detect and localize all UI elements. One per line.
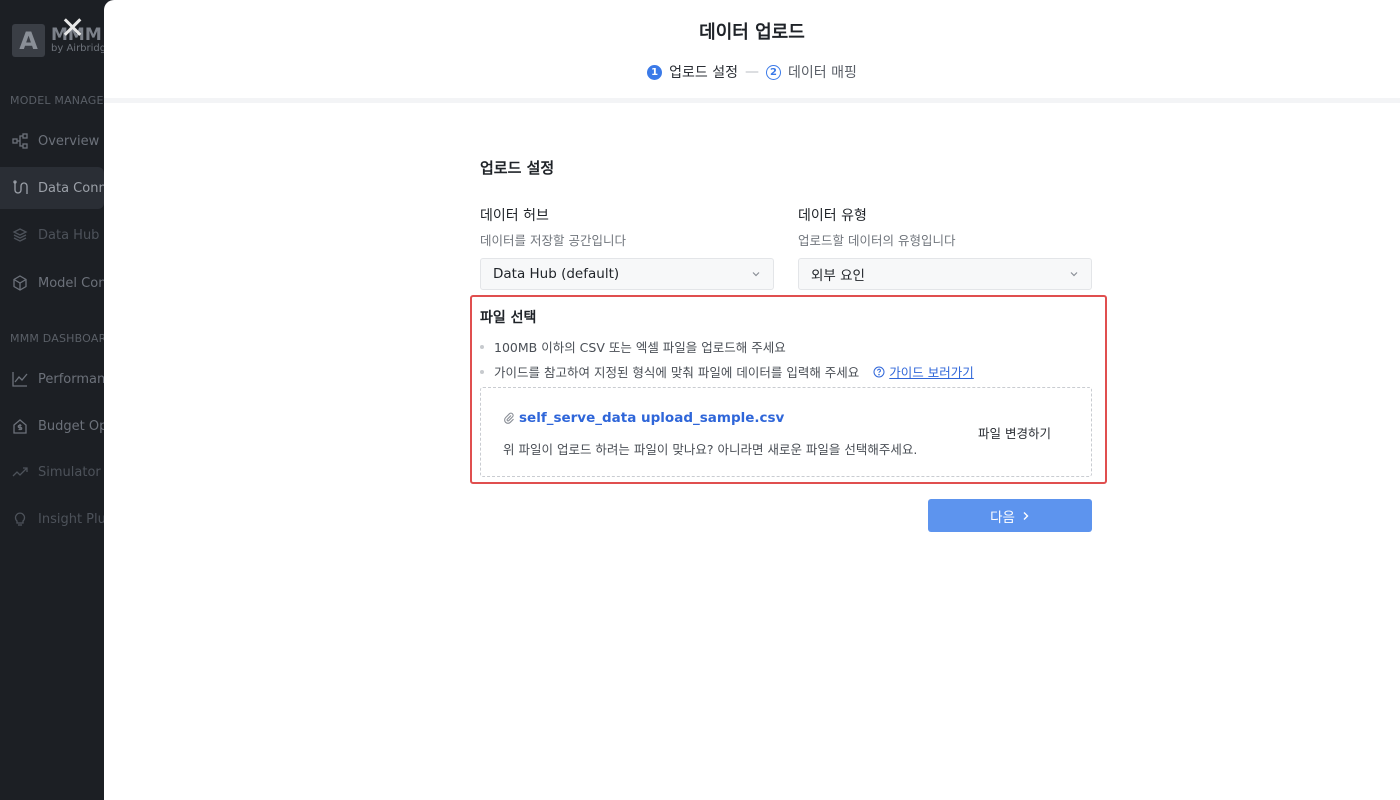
stepper: 1 업로드 설정 — 2 데이터 매핑 xyxy=(104,62,1400,82)
data-hub-label: 데이터 허브 xyxy=(480,208,549,224)
hierarchy-icon xyxy=(12,133,28,149)
step-2-badge: 2 xyxy=(766,64,781,80)
step-separator: — xyxy=(745,64,759,80)
data-type-value: 외부 요인 xyxy=(811,268,865,284)
sidebar-item-label: Model Con xyxy=(38,275,104,291)
upload-settings: 업로드 설정 데이터 허브 데이터를 저장할 공간입니다 Data Hub (d… xyxy=(480,157,1092,290)
change-file-button[interactable]: 파일 변경하기 xyxy=(978,423,1051,442)
house-dollar-icon xyxy=(12,418,28,434)
sidebar-item-label: Overview xyxy=(38,133,100,149)
instructions-list: 100MB 이하의 CSV 또는 엑셀 파일을 업로드해 주세요 가이드를 참고… xyxy=(480,337,1092,381)
file-name: self_serve_data upload_sample.csv xyxy=(519,410,785,426)
upload-modal: 데이터 업로드 1 업로드 설정 — 2 데이터 매핑 업로드 설정 데이터 허… xyxy=(104,0,1400,800)
sidebar-item-label: Budget Op xyxy=(38,418,104,434)
line-chart-icon xyxy=(12,371,28,387)
sidebar-item-model-config[interactable]: Model Con xyxy=(0,262,104,304)
next-button[interactable]: 다음 xyxy=(928,499,1092,532)
trend-icon xyxy=(12,464,28,480)
next-button-label: 다음 xyxy=(990,509,1015,526)
sidebar: A MMM by Airbridge MODEL MANAGER Overvie… xyxy=(0,0,104,800)
data-type-help: 업로드할 데이터의 유형입니다 xyxy=(798,233,956,248)
file-select-section: 파일 선택 100MB 이하의 CSV 또는 엑셀 파일을 업로드해 주세요 가… xyxy=(480,307,1092,477)
sidebar-item-budget-optimizer[interactable]: Budget Op xyxy=(0,405,104,447)
section-label-mmm-dashboard: MMM DASHBOARD xyxy=(10,332,104,345)
step-2-label: 데이터 매핑 xyxy=(788,65,857,81)
file-confirm-message: 위 파일이 업로드 하려는 파일이 맞나요? 아니라면 새로운 파일을 선택해주… xyxy=(503,442,918,457)
sidebar-item-performance[interactable]: Performan xyxy=(0,358,104,400)
list-item: 가이드를 참고하여 지정된 형식에 맞춰 파일에 데이터를 입력해 주세요 가이… xyxy=(480,362,1092,381)
layers-icon xyxy=(12,227,28,243)
chevron-down-icon xyxy=(751,269,761,279)
selected-file: self_serve_data upload_sample.csv xyxy=(503,410,784,426)
data-type-label: 데이터 유형 xyxy=(798,208,867,224)
data-hub-select[interactable]: Data Hub (default) xyxy=(480,258,774,290)
section-label-model-manager: MODEL MANAGER xyxy=(10,94,104,107)
instruction-text: 가이드를 참고하여 지정된 형식에 맞춰 파일에 데이터를 입력해 주세요 xyxy=(494,365,860,380)
lightbulb-icon xyxy=(12,511,28,527)
connector-icon xyxy=(12,180,28,196)
close-icon[interactable]: ✕ xyxy=(60,14,90,44)
data-type-select[interactable]: 외부 요인 xyxy=(798,258,1092,290)
logo-mark: A xyxy=(12,24,45,57)
data-type-field: 데이터 유형 업로드할 데이터의 유형입니다 외부 요인 xyxy=(798,205,1092,290)
paperclip-icon xyxy=(503,412,515,425)
sidebar-item-label: Data Conn xyxy=(38,180,104,196)
guide-link[interactable]: 가이드 보러가기 xyxy=(873,362,974,381)
step-1-badge: 1 xyxy=(647,64,663,80)
list-item: 100MB 이하의 CSV 또는 엑셀 파일을 업로드해 주세요 xyxy=(480,337,1092,356)
sidebar-item-data-connector[interactable]: Data Conn xyxy=(0,167,104,209)
chevron-right-icon xyxy=(1021,511,1030,521)
file-select-title: 파일 선택 xyxy=(480,310,537,326)
modal-header: 데이터 업로드 1 업로드 설정 — 2 데이터 매핑 xyxy=(104,0,1400,103)
file-dropzone[interactable]: self_serve_data upload_sample.csv 위 파일이 … xyxy=(480,387,1092,477)
sidebar-item-label: Data Hub xyxy=(38,227,100,243)
data-hub-field: 데이터 허브 데이터를 저장할 공간입니다 Data Hub (default) xyxy=(480,205,774,290)
bullet-dot xyxy=(480,344,484,349)
sidebar-item-data-hub[interactable]: Data Hub xyxy=(0,214,104,256)
guide-link-label: 가이드 보러가기 xyxy=(889,365,974,380)
chevron-down-icon xyxy=(1069,269,1079,279)
modal-title: 데이터 업로드 xyxy=(699,22,805,43)
bullet-dot xyxy=(480,369,484,374)
sidebar-item-overview[interactable]: Overview xyxy=(0,120,104,162)
step-1-label: 업로드 설정 xyxy=(669,65,738,81)
data-hub-value: Data Hub (default) xyxy=(493,266,620,282)
instruction-text: 100MB 이하의 CSV 또는 엑셀 파일을 업로드해 주세요 xyxy=(494,340,786,355)
sidebar-item-label: Simulator xyxy=(38,464,101,480)
app-logo: A MMM by Airbridge xyxy=(12,24,104,57)
sidebar-item-insight-plus[interactable]: Insight Plu xyxy=(0,498,104,540)
data-hub-help: 데이터를 저장할 공간입니다 xyxy=(480,233,626,248)
sidebar-item-simulator[interactable]: Simulator xyxy=(0,451,104,493)
question-circle-icon xyxy=(873,366,885,378)
cube-icon xyxy=(12,275,28,291)
sidebar-item-label: Performan xyxy=(38,371,104,387)
sidebar-item-label: Insight Plu xyxy=(38,511,104,527)
section-title: 업로드 설정 xyxy=(480,159,555,177)
